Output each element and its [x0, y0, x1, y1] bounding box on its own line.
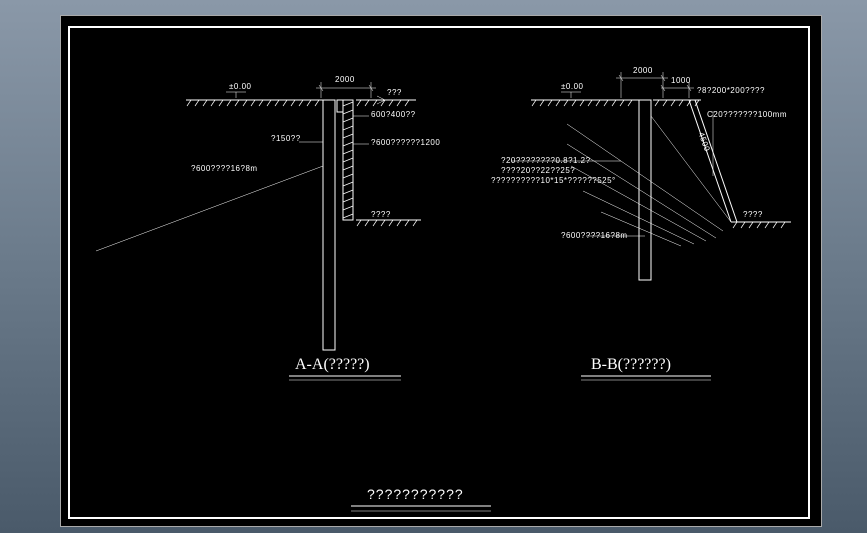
a-grade: ???	[387, 88, 402, 97]
a-pile-spec: ?600????16?8m	[191, 164, 258, 173]
a-600x400: 600?400??	[371, 110, 416, 119]
b-anchor-spec: ?8?200*200????	[697, 86, 765, 95]
cad-canvas: ±0.00 2000 ??? 600?400?? ?600??????1200 …	[60, 15, 822, 527]
b-datum: ±0.00	[561, 82, 583, 91]
a-bottom: ????	[371, 210, 391, 219]
a-datum: ±0.00	[229, 82, 251, 91]
b-bottom: ????	[743, 210, 763, 219]
b-dim-2000: 2000	[633, 66, 653, 75]
b-note2: ????20??22??25?	[501, 166, 575, 175]
a-150: ?150??	[271, 134, 301, 143]
b-note1: ?20????????0.8?1.2?	[501, 156, 591, 165]
drawing-title: ???????????	[367, 486, 464, 502]
section-b-title: B-B(??????)	[591, 356, 671, 374]
b-note3: ??????????10*15*??????525°	[491, 176, 616, 185]
section-a-title: A-A(?????)	[295, 356, 370, 374]
b-dim-1000: 1000	[671, 76, 691, 85]
a-dim-2000: 2000	[335, 75, 355, 84]
b-pile-spec: ?600????16?8m	[561, 231, 628, 240]
a-600wide: ?600??????1200	[371, 138, 440, 147]
b-concrete-spec: C20???????100mm	[707, 110, 787, 119]
